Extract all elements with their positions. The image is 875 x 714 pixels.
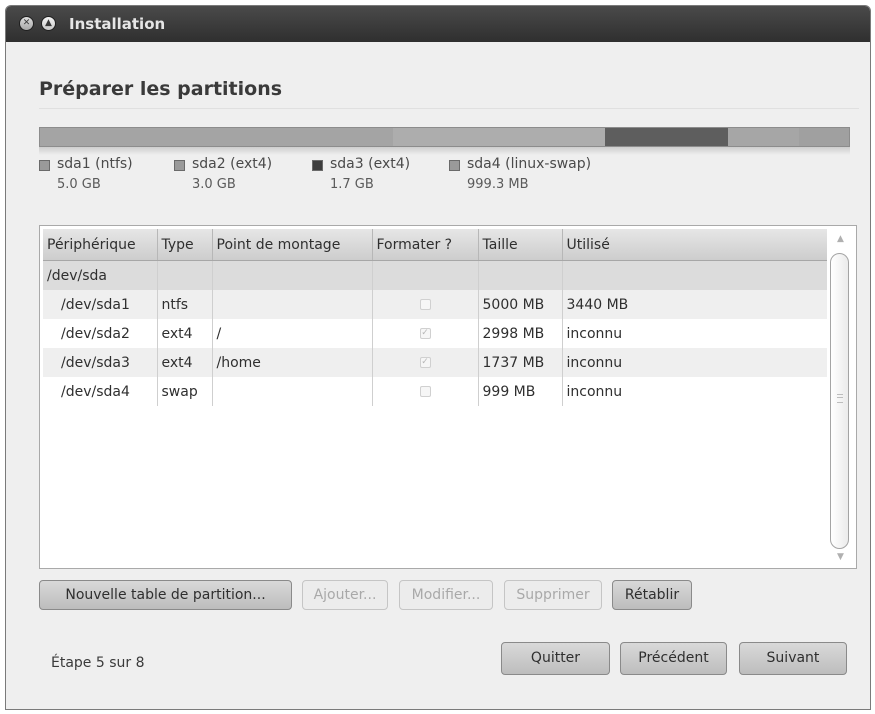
format-cell: ✓ bbox=[372, 348, 479, 377]
device-cell: /dev/sda2 bbox=[43, 319, 158, 348]
format-checkbox[interactable] bbox=[419, 386, 431, 397]
installer-window: ✕ ▲ Installation Préparer les partitions… bbox=[5, 5, 871, 710]
table-row[interactable]: /dev/sda4 swap 999 MB inconnu bbox=[43, 377, 827, 406]
empty-cell bbox=[562, 260, 827, 290]
title-bar: ✕ ▲ Installation bbox=[6, 6, 870, 42]
table-row-disk-group[interactable]: /dev/sda bbox=[43, 260, 827, 290]
table-header-row: Périphérique Type Point de montage Forma… bbox=[43, 229, 827, 261]
type-cell: swap bbox=[157, 377, 213, 406]
legend-partition-name: sda4 (linux-swap) bbox=[467, 156, 592, 172]
partition-bar bbox=[39, 127, 850, 147]
device-cell: /dev/sda1 bbox=[43, 290, 158, 319]
format-checkbox[interactable] bbox=[419, 299, 431, 310]
legend-swatch bbox=[312, 160, 323, 171]
partition-bar-shadow bbox=[39, 147, 850, 155]
previous-button[interactable]: Précédent bbox=[620, 642, 727, 675]
step-indicator: Étape 5 sur 8 bbox=[51, 655, 145, 671]
legend-partition-name: sda2 (ext4) bbox=[192, 156, 273, 172]
type-cell: ntfs bbox=[157, 290, 213, 319]
revert-button[interactable]: Rétablir bbox=[612, 580, 692, 610]
format-checkbox-checked[interactable]: ✓ bbox=[419, 328, 431, 339]
maximize-icon[interactable]: ▲ bbox=[41, 16, 56, 31]
heading-divider bbox=[39, 108, 859, 109]
legend-partition-name: sda1 (ntfs) bbox=[57, 156, 133, 172]
partition-table-panel: Périphérique Type Point de montage Forma… bbox=[39, 225, 857, 569]
column-header-format[interactable]: Formater ? bbox=[372, 229, 479, 261]
window-title: Installation bbox=[69, 15, 166, 33]
scroll-down-arrow-icon[interactable]: ▼ bbox=[837, 552, 844, 562]
legend-partition-name: sda3 (ext4) bbox=[330, 156, 411, 172]
next-button[interactable]: Suivant bbox=[739, 642, 847, 675]
legend-partition-size: 5.0 GB bbox=[57, 177, 101, 192]
legend-partition-size: 1.7 GB bbox=[330, 177, 374, 192]
size-cell: 1737 MB bbox=[478, 348, 563, 377]
column-header-type[interactable]: Type bbox=[157, 229, 213, 261]
used-cell: inconnu bbox=[562, 348, 827, 377]
size-cell: 999 MB bbox=[478, 377, 563, 406]
column-header-used[interactable]: Utilisé bbox=[562, 229, 827, 261]
size-cell: 5000 MB bbox=[478, 290, 563, 319]
used-cell: inconnu bbox=[562, 377, 827, 406]
mount-cell bbox=[212, 377, 373, 406]
legend-swatch bbox=[174, 160, 185, 171]
table-row[interactable]: /dev/sda2 ext4 / ✓ 2998 MB inconnu bbox=[43, 319, 827, 348]
mount-cell: /home bbox=[212, 348, 373, 377]
used-cell: inconnu bbox=[562, 319, 827, 348]
partition-segment-sda1 bbox=[40, 128, 394, 146]
type-cell: ext4 bbox=[157, 348, 213, 377]
column-header-mount-point[interactable]: Point de montage bbox=[212, 229, 373, 261]
format-cell bbox=[372, 290, 479, 319]
vertical-scrollbar[interactable] bbox=[830, 253, 849, 549]
legend-partition-size: 999.3 MB bbox=[467, 177, 529, 192]
delete-partition-button[interactable]: Supprimer bbox=[504, 580, 602, 610]
empty-cell bbox=[212, 260, 373, 290]
add-partition-button[interactable]: Ajouter... bbox=[302, 580, 388, 610]
empty-cell bbox=[372, 260, 479, 290]
scroll-up-arrow-icon[interactable]: ▲ bbox=[837, 234, 844, 244]
empty-cell bbox=[157, 260, 213, 290]
type-cell: ext4 bbox=[157, 319, 213, 348]
legend-swatch bbox=[39, 160, 50, 171]
column-header-device[interactable]: Périphérique bbox=[43, 229, 158, 261]
close-icon[interactable]: ✕ bbox=[19, 16, 34, 31]
format-cell: ✓ bbox=[372, 319, 479, 348]
legend-swatch bbox=[449, 160, 460, 171]
device-cell: /dev/sda3 bbox=[43, 348, 158, 377]
partition-segment-free bbox=[798, 128, 849, 146]
format-checkbox-checked[interactable]: ✓ bbox=[419, 357, 431, 368]
size-cell: 2998 MB bbox=[478, 319, 563, 348]
column-header-size[interactable]: Taille bbox=[478, 229, 563, 261]
page-title: Préparer les partitions bbox=[39, 78, 283, 100]
partition-segment-sda2 bbox=[393, 128, 606, 146]
quit-button[interactable]: Quitter bbox=[501, 642, 610, 675]
device-cell: /dev/sda4 bbox=[43, 377, 158, 406]
used-cell: 3440 MB bbox=[562, 290, 827, 319]
scroll-grip-icon bbox=[837, 394, 843, 403]
table-row[interactable]: /dev/sda1 ntfs 5000 MB 3440 MB bbox=[43, 290, 827, 319]
mount-cell: / bbox=[212, 319, 373, 348]
partition-table: Périphérique Type Point de montage Forma… bbox=[43, 229, 827, 406]
partition-segment-sda4 bbox=[727, 128, 799, 146]
partition-segment-sda3 bbox=[605, 128, 728, 146]
format-cell bbox=[372, 377, 479, 406]
mount-cell bbox=[212, 290, 373, 319]
new-partition-table-button[interactable]: Nouvelle table de partition... bbox=[39, 580, 292, 610]
modify-partition-button[interactable]: Modifier... bbox=[399, 580, 493, 610]
disk-device-cell: /dev/sda bbox=[43, 260, 158, 290]
empty-cell bbox=[478, 260, 563, 290]
legend-partition-size: 3.0 GB bbox=[192, 177, 236, 192]
table-row[interactable]: /dev/sda3 ext4 /home ✓ 1737 MB inconnu bbox=[43, 348, 827, 377]
